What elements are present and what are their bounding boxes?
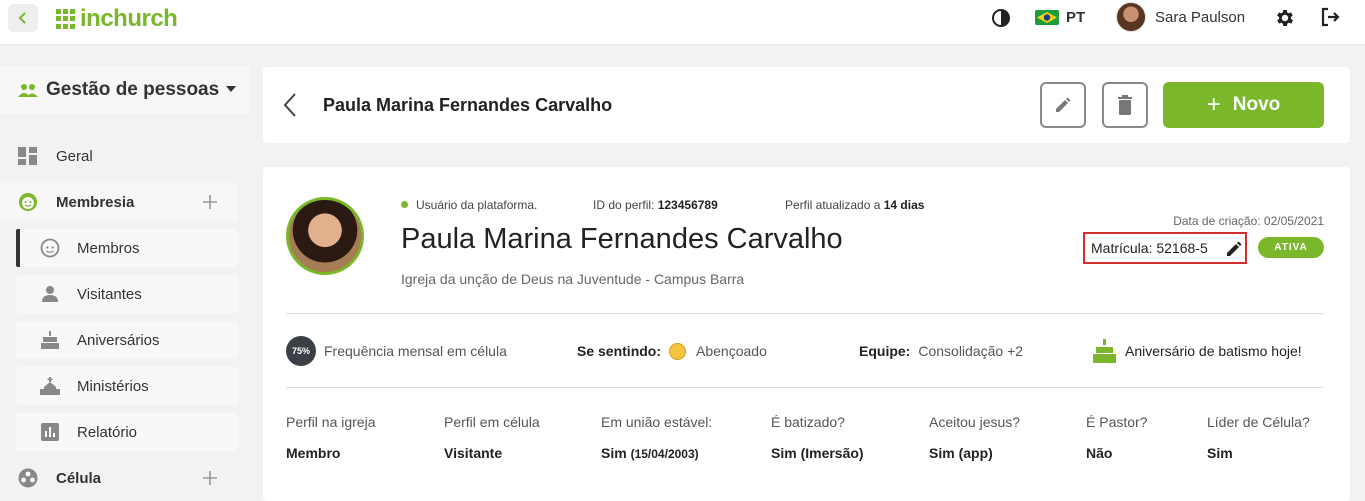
pencil-icon	[1056, 97, 1071, 112]
baptism-stat: Aniversário de batismo hoje!	[1092, 338, 1302, 364]
brazil-flag-icon[interactable]	[1035, 10, 1059, 25]
field-value: Não	[1086, 445, 1113, 461]
field-value: Sim (Imersão)	[771, 445, 864, 461]
profile-updated: Perfil atualizado a 14 dias	[785, 198, 925, 212]
sidebar-item-label: Geral	[56, 147, 93, 165]
field-label: É Pastor?	[1086, 414, 1148, 430]
sidebar-item-geral[interactable]: Geral	[0, 137, 238, 175]
sidebar-item-visitantes[interactable]: Visitantes	[16, 275, 238, 313]
user-avatar[interactable]	[1116, 2, 1146, 32]
sidebar-item-label: Membros	[77, 239, 140, 257]
frequency-badge: 75%	[286, 336, 316, 366]
user-name[interactable]: Sara Paulson	[1155, 9, 1245, 26]
people-icon	[18, 84, 38, 97]
sidebar-item-aniversarios[interactable]: Aniversários	[16, 321, 238, 359]
person-icon	[42, 286, 58, 302]
edit-button[interactable]	[1040, 82, 1086, 128]
delete-button[interactable]	[1102, 82, 1148, 128]
sidebar-item-label: Aniversários	[77, 331, 160, 349]
logo-text: inchurch	[80, 5, 178, 32]
group-icon	[18, 468, 38, 488]
field-label: Perfil na igreja	[286, 414, 376, 430]
logo-mark-icon	[56, 8, 75, 30]
field-value: Sim	[1207, 445, 1233, 461]
sidebar-item-label: Ministérios	[77, 377, 149, 395]
platform-user-tag: Usuário da plataforma.	[401, 198, 537, 212]
creation-date: Data de criação: 02/05/2021	[1173, 214, 1324, 228]
angel-emoji-icon	[669, 342, 687, 360]
sidebar-item-label: Visitantes	[77, 285, 142, 303]
smile-icon	[19, 193, 37, 211]
back-button[interactable]	[8, 4, 38, 32]
sidebar-item-membresia[interactable]: Membresia	[0, 183, 238, 221]
field-value: Visitante	[444, 445, 503, 461]
profile-name: Paula Marina Fernandes Carvalho	[401, 223, 843, 255]
module-title: Gestão de pessoas	[46, 79, 220, 100]
new-button[interactable]: + Novo	[1163, 82, 1324, 128]
sidebar-item-relatorio[interactable]: Relatório	[16, 413, 238, 451]
status-badge: ATIVA	[1258, 237, 1324, 258]
sidebar-item-label: Célula	[56, 469, 102, 487]
field-label: É batizado?	[771, 414, 845, 430]
sidebar-item-membros[interactable]: Membros	[16, 229, 238, 267]
chevron-left-icon[interactable]	[283, 93, 297, 117]
field-value: Sim (15/04/2003)	[601, 445, 699, 461]
profile-id: ID do perfil: 123456789	[593, 198, 718, 212]
field-label: Líder de Célula?	[1207, 414, 1310, 430]
chevron-left-icon	[18, 12, 26, 24]
church-name: Igreja da unção de Deus na Juventude - C…	[401, 271, 745, 287]
registration-number: Matrícula: 52168-5	[1091, 240, 1208, 256]
profile-card: Usuário da plataforma. ID do perfil: 123…	[263, 167, 1350, 501]
caret-down-icon	[226, 86, 236, 92]
frequency-stat: 75% Frequência mensal em célula	[286, 336, 507, 366]
pencil-icon[interactable]	[1225, 240, 1243, 258]
language-label[interactable]: PT	[1066, 9, 1085, 26]
sidebar-item-label: Relatório	[77, 423, 138, 441]
theme-toggle-icon[interactable]	[991, 8, 1011, 28]
plus-icon[interactable]	[202, 470, 218, 486]
field-label: Aceitou jesus?	[929, 414, 1021, 430]
online-dot-icon	[401, 201, 408, 208]
field-label: Em união estável:	[601, 414, 713, 430]
top-bar: inchurch PT Sara Paulson	[0, 0, 1365, 44]
trash-icon	[1118, 95, 1132, 115]
feeling-stat: Se sentindo: Abençoado	[577, 342, 767, 360]
plus-icon[interactable]	[202, 194, 218, 210]
cake-icon	[1093, 339, 1116, 363]
team-stat: Equipe: Consolidação +2	[859, 343, 1024, 359]
registration-field: Matrícula: 52168-5	[1083, 232, 1247, 264]
field-value: Sim (app)	[929, 445, 993, 461]
profile-photo	[286, 197, 364, 275]
church-icon	[40, 377, 60, 395]
gear-icon[interactable]	[1274, 7, 1296, 29]
sidebar-item-celula[interactable]: Célula	[0, 459, 238, 497]
plus-icon: +	[1206, 91, 1221, 118]
face-icon	[40, 238, 60, 258]
new-button-label: Novo	[1232, 94, 1281, 115]
field-value: Membro	[286, 445, 341, 461]
module-selector[interactable]: Gestão de pessoas	[0, 66, 250, 114]
logo[interactable]: inchurch	[56, 5, 178, 33]
field-label: Perfil em célula	[444, 414, 540, 430]
divider	[286, 387, 1324, 388]
page-header: Paula Marina Fernandes Carvalho + Novo	[263, 67, 1350, 143]
cake-icon	[41, 331, 59, 349]
bar-chart-icon	[41, 423, 59, 441]
sidebar-item-label: Membresia	[56, 193, 135, 211]
logout-icon[interactable]	[1319, 6, 1341, 28]
sidebar-item-ministerios[interactable]: Ministérios	[16, 367, 238, 405]
divider	[286, 313, 1324, 314]
page-title: Paula Marina Fernandes Carvalho	[323, 95, 613, 115]
dashboard-icon	[18, 147, 37, 165]
